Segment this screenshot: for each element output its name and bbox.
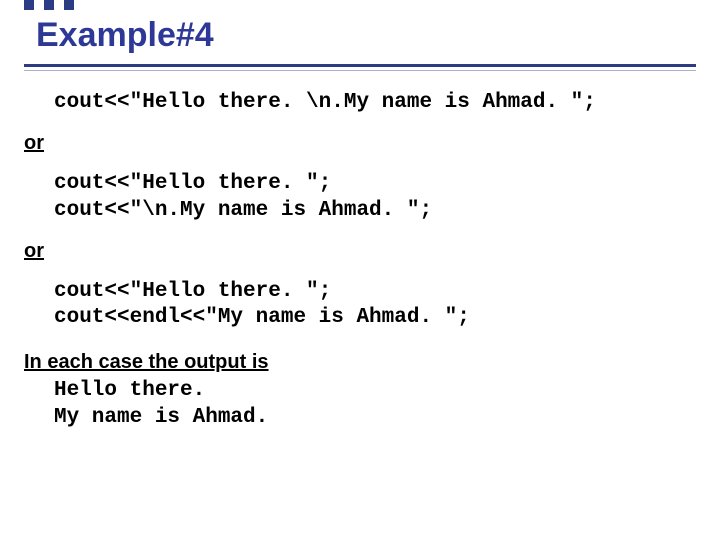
title-rule-thin <box>24 70 696 71</box>
or-separator-1: or <box>24 132 696 155</box>
slide: Example#4 cout<<"Hello there. \n.My name… <box>0 0 720 540</box>
slide-body: cout<<"Hello there. \n.My name is Ahmad.… <box>24 90 696 431</box>
output-heading: In each case the output is <box>24 351 696 374</box>
code-block-3: cout<<"Hello there. "; cout<<endl<<"My n… <box>54 279 696 332</box>
title-rule <box>24 64 696 67</box>
top-accent-bar <box>24 0 696 10</box>
slide-title: Example#4 <box>36 16 214 55</box>
code-block-1: cout<<"Hello there. \n.My name is Ahmad.… <box>54 90 696 116</box>
or-separator-2: or <box>24 240 696 263</box>
code-block-2: cout<<"Hello there. "; cout<<"\n.My name… <box>54 171 696 224</box>
output-text: Hello there. My name is Ahmad. <box>54 378 696 431</box>
